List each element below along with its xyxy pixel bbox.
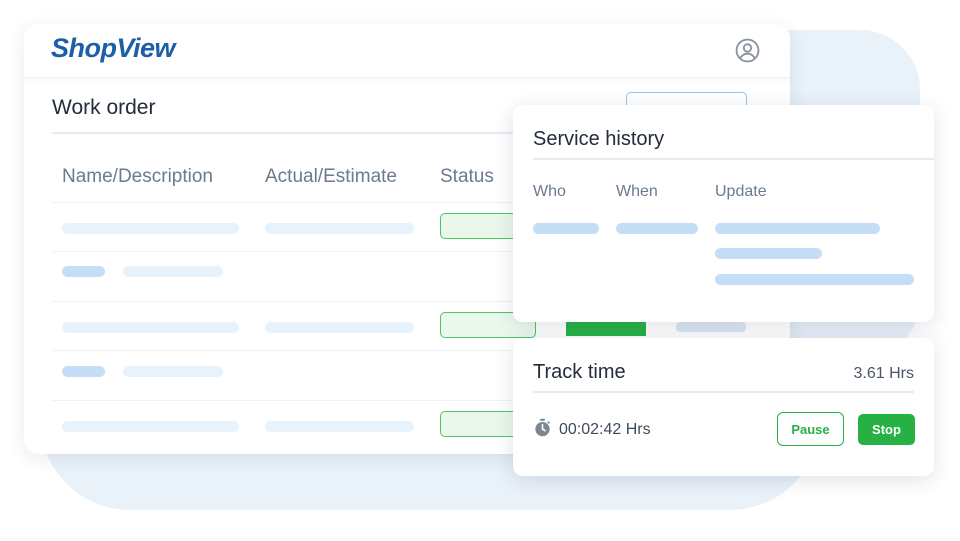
placeholder-value <box>676 322 746 332</box>
placeholder-name <box>62 322 239 333</box>
column-header-status[interactable]: Status <box>440 166 494 188</box>
page-title: Work order <box>52 96 156 119</box>
service-history-title: Service history <box>533 128 665 150</box>
track-time-title: Track time <box>533 361 626 383</box>
pause-button[interactable]: Pause <box>777 412 844 446</box>
placeholder-update <box>715 274 914 285</box>
user-circle-icon[interactable] <box>735 38 760 63</box>
placeholder-estimate <box>265 421 414 432</box>
divider <box>533 391 914 393</box>
column-header-name[interactable]: Name/Description <box>62 166 213 188</box>
placeholder-tag <box>62 266 105 277</box>
app-header: ShopView <box>24 24 790 78</box>
placeholder-name <box>62 223 239 234</box>
timer-value: 00:02:42 Hrs <box>559 421 651 438</box>
column-header-actual-estimate[interactable]: Actual/Estimate <box>265 166 397 188</box>
placeholder-when <box>616 223 698 234</box>
total-hours: 3.61 Hrs <box>853 365 914 382</box>
placeholder-update <box>715 248 822 259</box>
column-header-when: When <box>616 183 658 200</box>
divider <box>52 132 548 134</box>
placeholder-detail <box>123 366 223 377</box>
placeholder-estimate <box>265 322 414 333</box>
placeholder-who <box>533 223 599 234</box>
status-progress-bar <box>566 322 646 336</box>
service-history-panel: Service history Who When Update <box>513 105 934 322</box>
column-header-who: Who <box>533 183 566 200</box>
track-time-panel: Track time 3.61 Hrs 00:02:42 Hrs Pause S… <box>513 338 934 476</box>
column-header-update: Update <box>715 183 767 200</box>
placeholder-name <box>62 421 239 432</box>
shopview-logo[interactable]: ShopView <box>51 33 176 64</box>
placeholder-update <box>715 223 880 234</box>
placeholder-estimate <box>265 223 414 234</box>
placeholder-detail <box>123 266 223 277</box>
stop-button[interactable]: Stop <box>858 414 915 445</box>
placeholder-tag <box>62 366 105 377</box>
stopwatch-icon <box>535 418 550 437</box>
divider <box>533 158 934 160</box>
